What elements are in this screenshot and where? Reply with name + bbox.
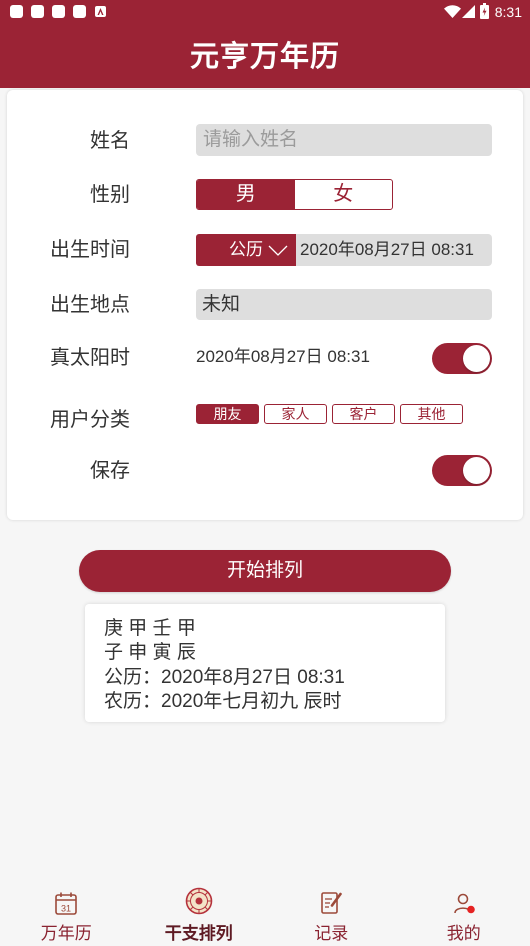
category-chip-family[interactable]: 家人 — [264, 404, 327, 424]
app-screen: 8:31 元亨万年历 姓名 性别 男 女 出生时间 公历 2020年08月27日… — [0, 0, 530, 946]
earthly-branches-line: 子 申 寅 辰 — [104, 642, 196, 664]
category-chip-friend[interactable]: 朋友 — [196, 404, 259, 424]
notification-icon — [52, 5, 65, 18]
chevron-down-icon — [268, 245, 288, 256]
seal-icon — [185, 887, 212, 915]
result-card: 庚 甲 壬 甲 子 申 寅 辰 公历：2020年8月27日 08:31 农历：2… — [85, 604, 445, 722]
save-toggle[interactable] — [432, 455, 492, 486]
app-header: 8:31 元亨万年历 — [0, 0, 530, 88]
user-icon — [453, 893, 475, 914]
lunar-date-line: 农历：2020年七月初九 辰时 — [104, 691, 342, 713]
calendar-icon-day: 31 — [61, 904, 71, 914]
nav-label-ganzhi: 干支排列 — [164, 924, 233, 943]
profile-form-card: 姓名 性别 男 女 出生时间 公历 2020年08月27日 08:31 出生地点… — [7, 90, 523, 520]
true-solar-time-value: 2020年08月27日 08:31 — [196, 347, 370, 366]
birth-place-field[interactable]: 未知 — [196, 289, 492, 320]
category-chip-client[interactable]: 客户 — [332, 404, 395, 424]
notification-icon — [10, 5, 23, 18]
start-arrange-button[interactable]: 开始排列 — [79, 550, 451, 592]
calendar-type-dropdown[interactable]: 公历 — [196, 234, 296, 266]
status-time: 8:31 — [494, 4, 522, 20]
name-input[interactable] — [196, 124, 492, 156]
nav-item-ganzhi[interactable]: 干支排列 — [133, 885, 266, 946]
gender-label: 性别 — [90, 184, 130, 206]
save-label: 保存 — [90, 460, 130, 482]
nav-item-records[interactable]: 记录 — [265, 885, 398, 946]
notification-icon — [31, 5, 44, 18]
calendar-type-value: 公历 — [229, 240, 263, 259]
notification-icon — [73, 5, 86, 18]
birth-time-field[interactable]: 2020年08月27日 08:31 — [296, 234, 492, 266]
calendar-icon: 31 — [55, 892, 77, 915]
true-solar-time-toggle[interactable] — [432, 343, 492, 374]
wifi-icon — [444, 5, 461, 18]
battery-icon — [480, 3, 489, 19]
gender-selector: 男 女 — [196, 179, 393, 210]
page-title: 元亨万年历 — [189, 41, 340, 73]
heavenly-stems-line: 庚 甲 壬 甲 — [104, 618, 196, 639]
nav-label-profile: 我的 — [446, 924, 481, 943]
notification-badge — [466, 905, 475, 914]
toggle-knob — [463, 345, 490, 372]
bottom-nav: 31 万年历 干支排列 记录 我的 — [0, 885, 530, 946]
category-chip-other[interactable]: 其他 — [400, 404, 463, 424]
nav-label-records: 记录 — [314, 924, 349, 943]
signal-icon — [462, 5, 475, 18]
toggle-knob — [463, 457, 490, 484]
birth-place-label: 出生地点 — [50, 294, 130, 316]
nav-label-calendar: 万年历 — [40, 924, 92, 943]
status-bar: 8:31 — [0, 0, 530, 24]
birth-time-value: 2020年08月27日 08:31 — [300, 240, 474, 259]
solar-date-line: 公历：2020年8月27日 08:31 — [104, 666, 345, 688]
nav-item-profile[interactable]: 我的 — [398, 885, 530, 946]
note-edit-icon — [321, 892, 342, 914]
birth-place-value: 未知 — [202, 294, 241, 315]
true-solar-time-label: 真太阳时 — [50, 347, 130, 369]
gender-option-male[interactable]: 男 — [197, 180, 295, 209]
user-category-label: 用户分类 — [50, 409, 130, 431]
name-label: 姓名 — [90, 130, 130, 152]
birth-time-label: 出生时间 — [50, 239, 130, 261]
nav-item-calendar[interactable]: 31 万年历 — [0, 885, 133, 946]
app-notification-icon — [95, 6, 106, 17]
gender-option-female[interactable]: 女 — [295, 180, 393, 209]
